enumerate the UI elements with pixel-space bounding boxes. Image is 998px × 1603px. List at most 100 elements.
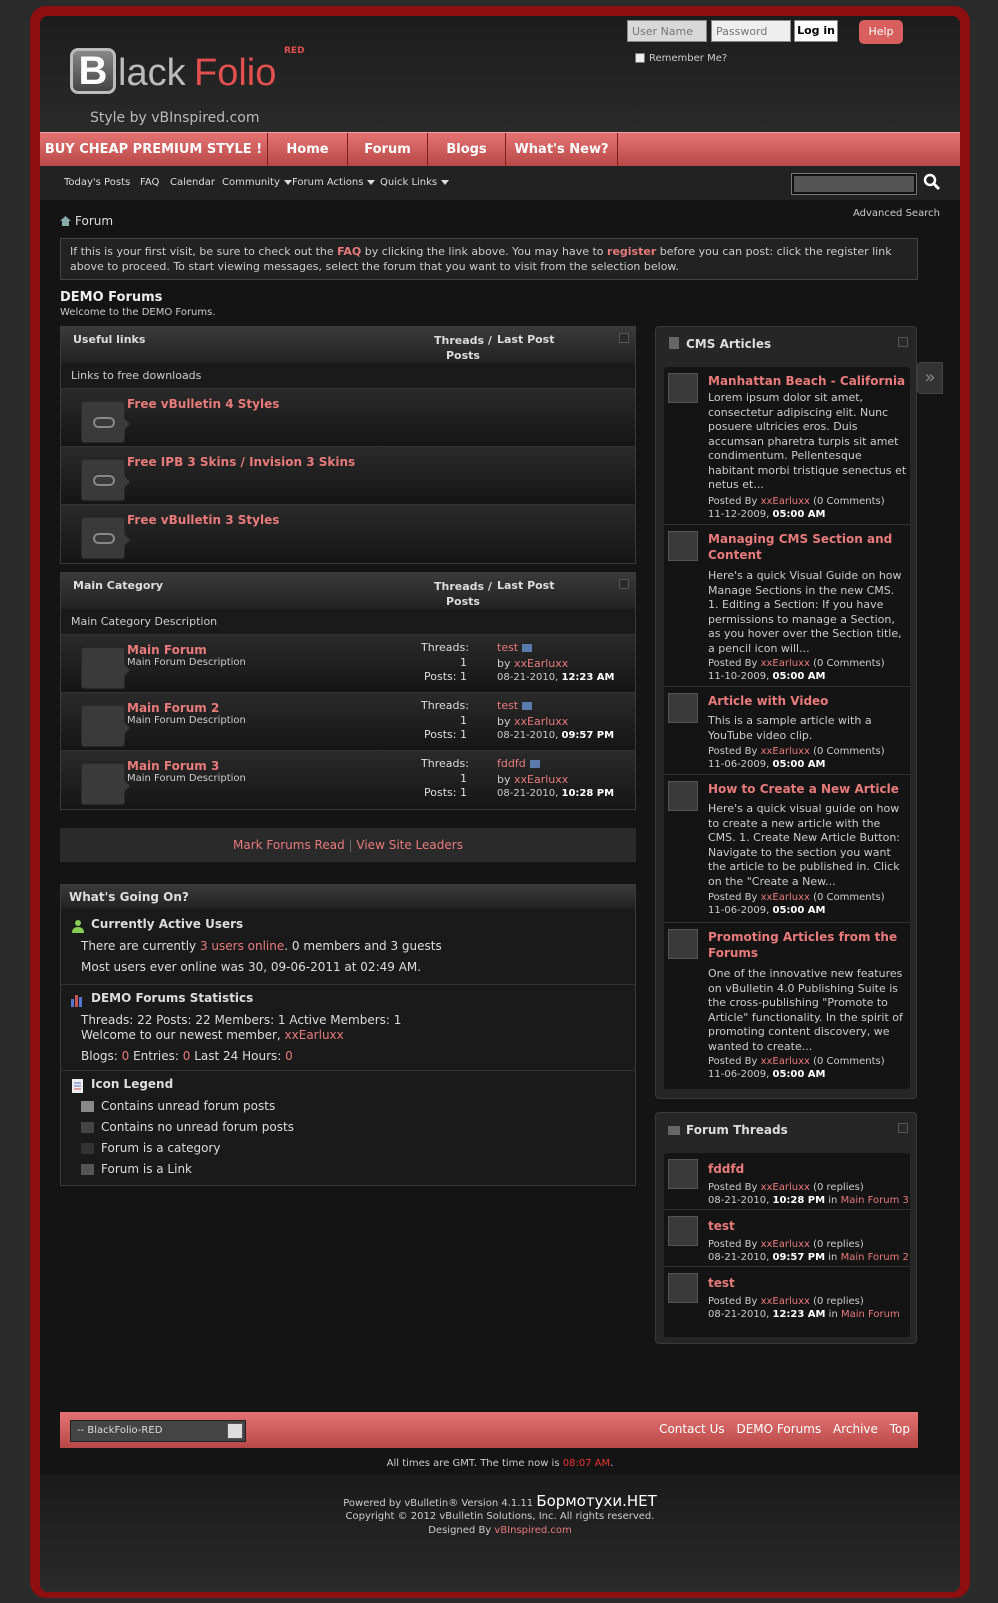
chevron-down-icon[interactable]: [227, 1423, 243, 1439]
thread-forum-link[interactable]: Main Forum 3: [841, 1195, 909, 1206]
avatar[interactable]: [668, 531, 698, 561]
author-link[interactable]: xxEarluxx: [761, 892, 810, 903]
collapse-icon[interactable]: [898, 337, 908, 347]
help-button[interactable]: Help: [859, 20, 903, 44]
article-title[interactable]: Promoting Articles from the Forums: [708, 929, 908, 961]
faq-link[interactable]: FAQ: [337, 245, 361, 258]
go-to-post-icon[interactable]: [529, 760, 540, 768]
forum-title[interactable]: Main Forum: [127, 643, 207, 657]
author-link[interactable]: xxEarluxx: [761, 1239, 810, 1250]
powered-by-extra[interactable]: Бормотухи.НЕТ: [536, 1492, 656, 1510]
archive-link[interactable]: Archive: [833, 1422, 878, 1436]
thread-title[interactable]: test: [708, 1275, 908, 1291]
active-users-title[interactable]: Currently Active Users: [91, 917, 243, 931]
tab-blogs[interactable]: Blogs: [428, 133, 506, 167]
article-title[interactable]: How to Create a New Article: [708, 781, 908, 797]
avatar[interactable]: [668, 1216, 698, 1246]
search-input[interactable]: [792, 174, 916, 194]
subnav-faq[interactable]: FAQ: [140, 177, 159, 188]
notice-text-2: by clicking the link above. You may have…: [361, 245, 608, 258]
contact-us-link[interactable]: Contact Us: [659, 1422, 725, 1436]
home-icon[interactable]: [60, 216, 71, 226]
author-link[interactable]: xxEarluxx: [761, 746, 810, 757]
sidebar-toggle-icon[interactable]: »: [917, 362, 943, 394]
useful-links-title[interactable]: Useful links: [73, 333, 145, 346]
top-link[interactable]: Top: [890, 1422, 910, 1436]
link-title[interactable]: Free vBulletin 4 Styles: [127, 397, 279, 411]
link-title[interactable]: Free vBulletin 3 Styles: [127, 513, 279, 527]
main-category-title[interactable]: Main Category: [73, 579, 163, 592]
collapse-icon[interactable]: [619, 333, 629, 343]
users-online-link[interactable]: 3 users online: [200, 939, 284, 953]
last-post-title[interactable]: test: [497, 641, 518, 654]
collapse-icon[interactable]: [898, 1123, 908, 1133]
view-site-leaders-link[interactable]: View Site Leaders: [356, 838, 463, 852]
newest-member-link[interactable]: xxEarluxx: [285, 1028, 344, 1042]
go-to-post-icon[interactable]: [522, 644, 533, 652]
thread-title[interactable]: fddfd: [708, 1161, 908, 1177]
register-link[interactable]: register: [607, 245, 656, 258]
author-link[interactable]: xxEarluxx: [761, 658, 810, 669]
style-select[interactable]: -- BlackFolio-RED: [70, 1420, 246, 1442]
author-link[interactable]: xxEarluxx: [761, 1296, 810, 1307]
tab-forum[interactable]: Forum: [348, 133, 428, 167]
avatar[interactable]: [668, 929, 698, 959]
link-icon: [81, 401, 130, 443]
remember-label: Remember Me?: [649, 53, 728, 64]
article-title[interactable]: Article with Video: [708, 693, 908, 709]
breadcrumb-forum[interactable]: Forum: [75, 214, 113, 228]
collapse-icon[interactable]: [619, 579, 629, 589]
cms-articles-title[interactable]: CMS Articles: [656, 327, 916, 359]
forum-title[interactable]: Main Forum 3: [127, 759, 219, 773]
subnav-calendar[interactable]: Calendar: [170, 177, 215, 188]
newest-member-line: Welcome to our newest member, xxEarluxx: [81, 1028, 344, 1042]
last-post-user[interactable]: xxEarluxx: [514, 657, 568, 670]
article-title[interactable]: Manhattan Beach - California: [708, 373, 908, 389]
designer-link[interactable]: vBInspired.com: [494, 1525, 571, 1536]
avatar[interactable]: [668, 781, 698, 811]
article-excerpt: Lorem ipsum dolor sit amet, consectetur …: [708, 391, 907, 491]
thread-forum-link[interactable]: Main Forum 2: [841, 1252, 909, 1263]
avatar[interactable]: [668, 693, 698, 723]
tab-home[interactable]: Home: [268, 133, 348, 167]
search-icon[interactable]: [922, 172, 942, 192]
avatar[interactable]: [668, 373, 698, 403]
forum-title[interactable]: Main Forum 2: [127, 701, 219, 715]
posts-count: 1: [460, 670, 467, 683]
forum-threads-title[interactable]: Forum Threads: [656, 1113, 916, 1145]
last24-count: 0: [285, 1049, 293, 1063]
demo-forums-link[interactable]: DEMO Forums: [736, 1422, 821, 1436]
tab-whats-new[interactable]: What's New?: [506, 133, 618, 167]
thread-forum-link[interactable]: Main Forum: [841, 1309, 900, 1320]
last-post-user[interactable]: xxEarluxx: [514, 715, 568, 728]
subnav-todays-posts[interactable]: Today's Posts: [64, 177, 130, 188]
remember-me[interactable]: Remember Me?: [635, 53, 727, 64]
legend-item: Forum is a category: [101, 1141, 221, 1155]
author-link[interactable]: xxEarluxx: [761, 1056, 810, 1067]
go-to-post-icon[interactable]: [522, 702, 533, 710]
username-input[interactable]: [627, 20, 707, 42]
link-title[interactable]: Free IPB 3 Skins / Invision 3 Skins: [127, 455, 355, 469]
tab-buy-style[interactable]: BUY CHEAP PREMIUM STYLE !: [40, 133, 268, 167]
subnav-forum-actions[interactable]: Forum Actions: [292, 177, 376, 188]
last-post-title[interactable]: fddfd: [497, 757, 526, 770]
author-link[interactable]: xxEarluxx: [761, 1182, 810, 1193]
forum-desc: Main Forum Description: [127, 657, 246, 668]
subnav-quick-links[interactable]: Quick Links: [380, 177, 450, 188]
subnav-community[interactable]: Community: [222, 177, 292, 188]
last-post-title[interactable]: test: [497, 699, 518, 712]
article-title[interactable]: Managing CMS Section and Content: [708, 531, 908, 563]
icon-legend-title: Icon Legend: [91, 1077, 174, 1091]
thread-title[interactable]: test: [708, 1218, 908, 1234]
avatar[interactable]: [668, 1159, 698, 1189]
mark-forums-read-link[interactable]: Mark Forums Read: [233, 838, 345, 852]
remember-checkbox[interactable]: [635, 53, 645, 63]
password-input[interactable]: [711, 20, 791, 42]
avatar[interactable]: [668, 1273, 698, 1303]
author-link[interactable]: xxEarluxx: [761, 496, 810, 507]
powered-by: Powered by vBulletin® Version 4.1.11 Бор…: [40, 1492, 960, 1510]
last-post-user[interactable]: xxEarluxx: [514, 773, 568, 786]
login-button[interactable]: Log in: [794, 20, 838, 42]
article-date: 11-10-2009,: [708, 671, 773, 682]
advanced-search-link[interactable]: Advanced Search: [853, 208, 940, 219]
